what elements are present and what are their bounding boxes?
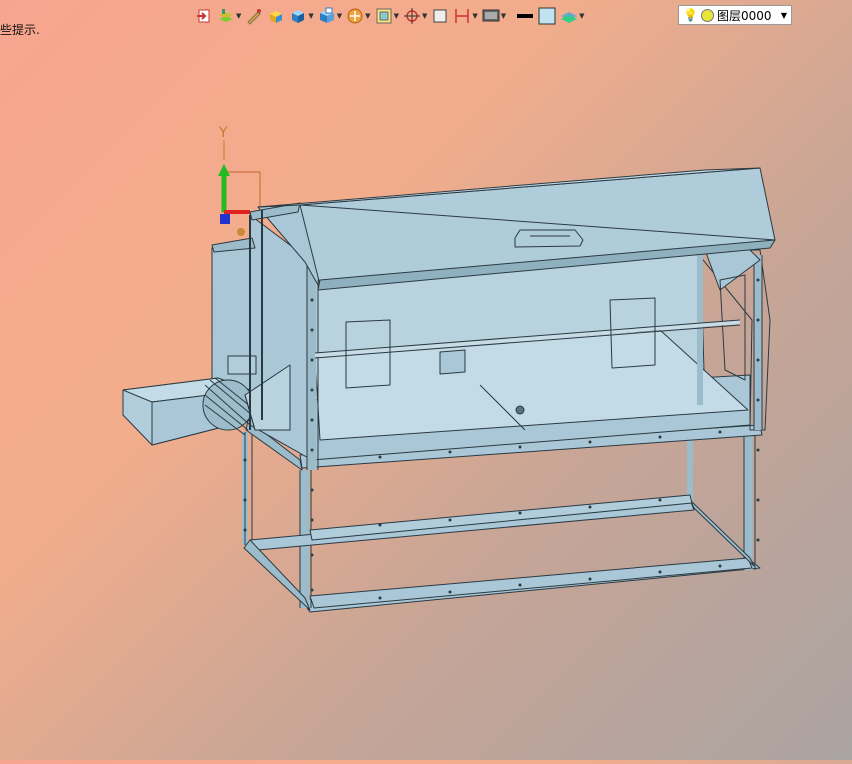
pencil-icon	[247, 9, 262, 25]
line-color-icon	[517, 14, 534, 18]
snap-button[interactable]: ▼	[403, 5, 427, 27]
snap-icon	[403, 8, 420, 24]
layers-button[interactable]: ▼	[217, 5, 241, 27]
exit-icon	[197, 9, 210, 23]
chevron-down-icon: ▼	[336, 12, 343, 20]
chevron-down-icon: ▼	[500, 12, 507, 20]
pencil-button[interactable]	[245, 5, 263, 27]
cube-icon	[292, 10, 305, 23]
chevron-down-icon: ▼	[393, 12, 399, 20]
layer-color-icon	[700, 8, 714, 22]
model-canvas[interactable]: Y	[0, 0, 852, 760]
box-icon	[270, 11, 283, 23]
chevron-down-icon: ▼	[236, 12, 242, 20]
fill-color-icon	[538, 7, 556, 25]
layer-dropdown[interactable]: 💡 图层0000 ▼	[678, 5, 792, 25]
layer-name: 图层0000	[716, 8, 772, 23]
chevron-down-icon: ▼	[579, 12, 585, 20]
line-color-button[interactable]	[516, 5, 534, 27]
layer-stack-button[interactable]: ▼	[560, 5, 585, 27]
view-button[interactable]: ▼	[318, 5, 342, 27]
chevron-down-icon: ▼	[472, 12, 478, 20]
frame-button[interactable]: ▼	[375, 5, 399, 27]
box-button[interactable]	[267, 5, 285, 27]
view-icon	[319, 7, 334, 23]
exit-button[interactable]	[195, 5, 213, 27]
dimension-icon	[455, 9, 470, 23]
chevron-down-icon: ▼	[421, 12, 428, 20]
chevron-down-icon[interactable]: ▼	[781, 11, 787, 20]
render-icon	[347, 8, 363, 24]
y-axis-label: Y	[218, 125, 228, 141]
display-button[interactable]: ▼	[482, 5, 506, 27]
render-button[interactable]: ▼	[346, 5, 371, 27]
layer-stack-icon	[561, 12, 578, 23]
machine-model	[122, 167, 776, 613]
square-button[interactable]	[431, 5, 449, 27]
cube-button[interactable]: ▼	[289, 5, 314, 27]
square-icon	[433, 9, 447, 23]
dimension-button[interactable]: ▼	[453, 5, 478, 27]
lightbulb-icon[interactable]: 💡	[683, 8, 698, 22]
fill-color-button[interactable]	[538, 5, 556, 27]
chevron-down-icon: ▼	[308, 12, 314, 20]
chevron-down-icon: ▼	[365, 12, 371, 20]
status-hint: 些提示.	[0, 23, 40, 37]
frame-icon	[376, 8, 392, 24]
3d-viewport[interactable]: Y	[0, 0, 852, 760]
layers-icon	[219, 9, 233, 22]
display-icon	[482, 9, 500, 22]
